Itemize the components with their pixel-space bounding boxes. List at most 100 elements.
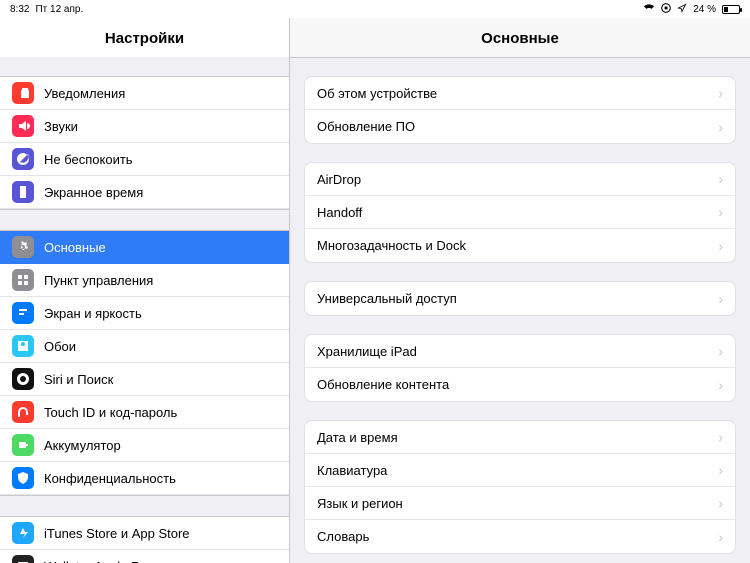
screentime-icon	[12, 181, 34, 203]
chevron-right-icon: ›	[718, 529, 723, 545]
detail-row-langregion[interactable]: Язык и регион ›	[305, 487, 735, 520]
sidebar-item-label: iTunes Store и App Store	[44, 526, 190, 541]
detail-row-label: Многозадачность и Dock	[317, 238, 466, 253]
sidebar-item-display[interactable]: Экран и яркость	[0, 297, 289, 330]
sidebar-group-gap	[0, 209, 289, 231]
sidebar-item-siri[interactable]: Siri и Поиск	[0, 363, 289, 396]
sidebar-item-label: Wallet и Apple Pay	[44, 559, 153, 563]
detail-row-label: Об этом устройстве	[317, 86, 437, 101]
battery-icon	[722, 5, 740, 14]
notify-icon	[12, 82, 34, 104]
detail-group: Об этом устройстве › Обновление ПО ›	[304, 76, 736, 144]
chevron-right-icon: ›	[718, 238, 723, 254]
detail-row-label: Универсальный доступ	[317, 291, 457, 306]
sidebar-item-label: Конфиденциальность	[44, 471, 176, 486]
detail-row-label: Хранилище iPad	[317, 344, 417, 359]
chevron-right-icon: ›	[718, 204, 723, 220]
touchid-icon	[12, 401, 34, 423]
detail-row-label: Клавиатура	[317, 463, 387, 478]
sidebar-item-label: Основные	[44, 240, 106, 255]
chevron-right-icon: ›	[718, 171, 723, 187]
detail-row-label: Словарь	[317, 529, 369, 544]
appstore-icon	[12, 522, 34, 544]
chevron-right-icon: ›	[718, 377, 723, 393]
sidebar-item-cc[interactable]: Пункт управления	[0, 264, 289, 297]
sidebar-item-wallpaper[interactable]: Обои	[0, 330, 289, 363]
status-bar: 8:32 Пт 12 апр. 24 %	[0, 0, 750, 18]
battery-icon	[12, 434, 34, 456]
detail-row-label: Обновление ПО	[317, 119, 415, 134]
detail-row-storage[interactable]: Хранилище iPad ›	[305, 335, 735, 368]
detail-body[interactable]: Об этом устройстве›Обновление ПО›AirDrop…	[290, 58, 750, 563]
sidebar-item-sound[interactable]: Звуки	[0, 110, 289, 143]
sidebar-item-label: Уведомления	[44, 86, 125, 101]
chevron-right-icon: ›	[718, 343, 723, 359]
detail-pane: Основные Об этом устройстве›Обновление П…	[290, 18, 750, 563]
chevron-right-icon: ›	[718, 85, 723, 101]
detail-group: Дата и время›Клавиатура›Язык и регион›Сл…	[304, 420, 736, 554]
detail-row-label: Обновление контента	[317, 377, 449, 392]
wifi-icon	[643, 3, 655, 16]
status-time: 8:32	[10, 4, 29, 15]
general-icon	[12, 236, 34, 258]
detail-row-label: AirDrop	[317, 172, 361, 187]
sidebar-item-label: Пункт управления	[44, 273, 153, 288]
sidebar-item-label: Звуки	[44, 119, 78, 134]
sidebar-item-dnd[interactable]: Не беспокоить	[0, 143, 289, 176]
sidebar-item-wallet[interactable]: Wallet и Apple Pay	[0, 550, 289, 563]
sidebar-item-appstore[interactable]: iTunes Store и App Store	[0, 517, 289, 550]
detail-row-datetime[interactable]: Дата и время ›	[305, 421, 735, 454]
sidebar-item-label: Siri и Поиск	[44, 372, 113, 387]
orientation-lock-icon	[661, 3, 671, 16]
sidebar-item-privacy[interactable]: Конфиденциальность	[0, 462, 289, 495]
sidebar-item-label: Обои	[44, 339, 76, 354]
sidebar-item-label: Аккумулятор	[44, 438, 121, 453]
sidebar-item-label: Экранное время	[44, 185, 143, 200]
sidebar-item-general[interactable]: Основные	[0, 231, 289, 264]
detail-row-swupdate[interactable]: Обновление ПО ›	[305, 110, 735, 143]
sidebar-group-gap	[0, 57, 289, 77]
sidebar-item-label: Touch ID и код-пароль	[44, 405, 177, 420]
sidebar-title: Настройки	[0, 18, 289, 57]
location-icon	[677, 3, 687, 16]
sidebar-item-battery[interactable]: Аккумулятор	[0, 429, 289, 462]
chevron-right-icon: ›	[718, 291, 723, 307]
chevron-right-icon: ›	[718, 429, 723, 445]
detail-row-keyboard[interactable]: Клавиатура ›	[305, 454, 735, 487]
detail-row-accessibility[interactable]: Универсальный доступ ›	[305, 282, 735, 315]
sidebar-group-gap	[0, 495, 289, 517]
detail-row-dictionary[interactable]: Словарь ›	[305, 520, 735, 553]
siri-icon	[12, 368, 34, 390]
detail-row-label: Handoff	[317, 205, 362, 220]
sidebar-item-notify[interactable]: Уведомления	[0, 77, 289, 110]
sidebar-item-label: Экран и яркость	[44, 306, 142, 321]
dnd-icon	[12, 148, 34, 170]
detail-group: Хранилище iPad › Обновление контента ›	[304, 334, 736, 402]
chevron-right-icon: ›	[718, 495, 723, 511]
battery-percent: 24 %	[693, 4, 716, 15]
detail-row-label: Дата и время	[317, 430, 398, 445]
detail-row-about[interactable]: Об этом устройстве ›	[305, 77, 735, 110]
chevron-right-icon: ›	[718, 119, 723, 135]
display-icon	[12, 302, 34, 324]
wallpaper-icon	[12, 335, 34, 357]
sidebar-item-touchid[interactable]: Touch ID и код-пароль	[0, 396, 289, 429]
sound-icon	[12, 115, 34, 137]
settings-sidebar: Настройки Уведомления Звуки Не беспокоить Э…	[0, 18, 290, 563]
sidebar-item-screentime[interactable]: Экранное время	[0, 176, 289, 209]
cc-icon	[12, 269, 34, 291]
detail-row-multitask[interactable]: Многозадачность и Dock ›	[305, 229, 735, 262]
detail-group: AirDrop › Handoff › Многозадачность и Dock ›	[304, 162, 736, 263]
detail-title: Основные	[290, 18, 750, 58]
detail-row-handoff[interactable]: Handoff ›	[305, 196, 735, 229]
chevron-right-icon: ›	[718, 462, 723, 478]
sidebar-item-label: Не беспокоить	[44, 152, 133, 167]
detail-row-refresh[interactable]: Обновление контента ›	[305, 368, 735, 401]
sidebar-list[interactable]: Уведомления Звуки Не беспокоить Экранное вр…	[0, 57, 289, 563]
detail-group: Универсальный доступ ›	[304, 281, 736, 316]
detail-row-label: Язык и регион	[317, 496, 403, 511]
status-date: Пт 12 апр.	[35, 4, 83, 15]
privacy-icon	[12, 467, 34, 489]
detail-row-airdrop[interactable]: AirDrop ›	[305, 163, 735, 196]
wallet-icon	[12, 555, 34, 563]
